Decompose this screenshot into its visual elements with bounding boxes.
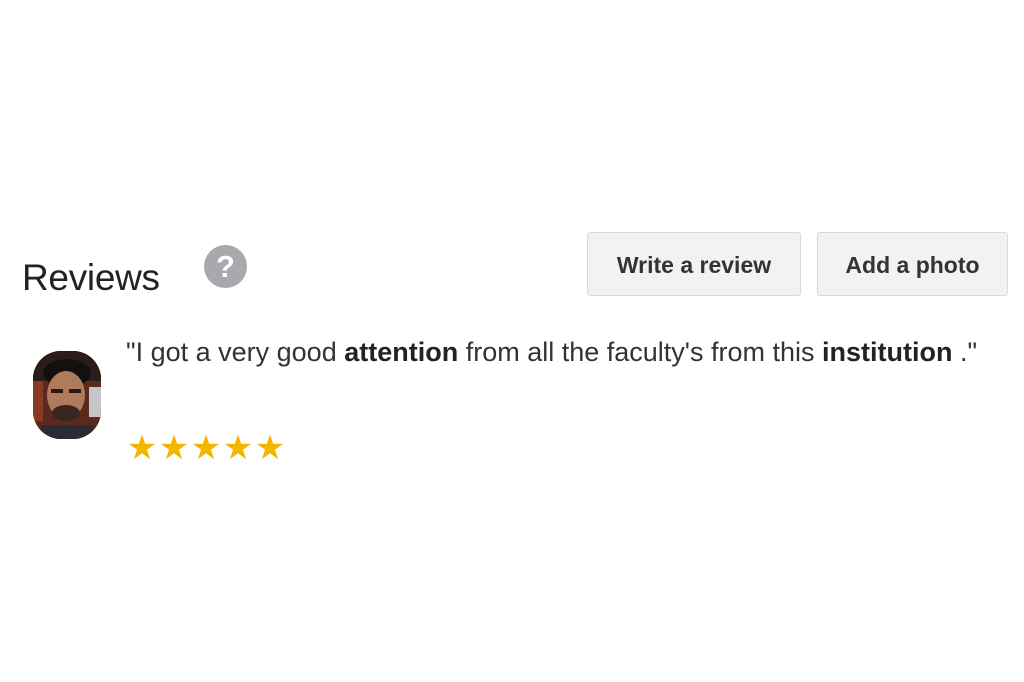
write-review-button[interactable]: Write a review [587,232,801,296]
star-rating: ★ ★ ★ ★ ★ [126,428,286,468]
reviews-title: Reviews [22,257,160,298]
avatar-photo [33,351,101,439]
star-icon: ★ [190,428,222,468]
star-icon: ★ [126,428,158,468]
reviews-panel: Reviews ? Write a review Add a photo "I … [22,232,1010,472]
review-text-bold: institution [821,337,953,367]
add-photo-button[interactable]: Add a photo [817,232,1008,296]
review-item: "I got a very good attention from all th… [22,327,1010,477]
star-icon: ★ [222,428,254,468]
review-text-segment: ." [952,337,978,367]
help-icon[interactable]: ? [204,245,247,288]
review-text-bold: attention [344,337,459,367]
star-icon: ★ [158,428,190,468]
reviews-header: Reviews ? Write a review Add a photo [22,232,1010,300]
review-text: "I got a very good attention from all th… [126,327,986,377]
avatar[interactable] [33,351,101,439]
star-icon: ★ [254,428,286,468]
review-text-segment: "I got a very good [126,337,345,367]
review-text-segment: from all the faculty's from this [458,337,822,367]
